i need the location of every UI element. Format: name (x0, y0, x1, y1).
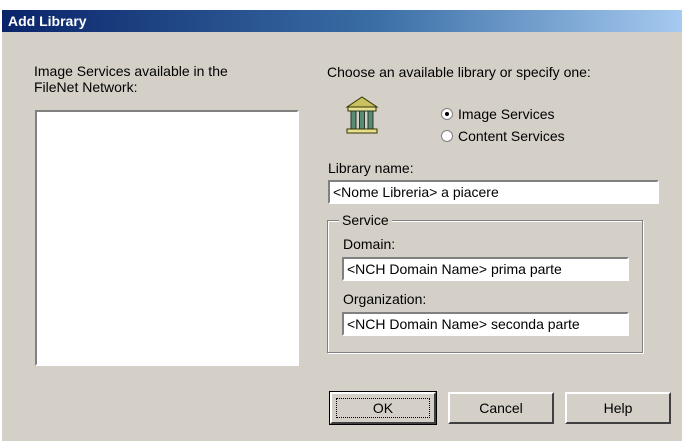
title-bar[interactable]: Add Library (2, 10, 682, 32)
add-library-dialog: Add Library Image Services available in … (2, 10, 682, 441)
cancel-button[interactable]: Cancel (448, 392, 554, 424)
window-title: Add Library (8, 13, 87, 29)
library-building-icon (345, 96, 379, 134)
content-services-radio-label[interactable]: Content Services (458, 128, 565, 144)
service-group-legend: Service (339, 212, 392, 228)
choose-library-label: Choose an available library or specify o… (327, 64, 591, 80)
image-services-list-label: Image Services available in the FileNet … (34, 63, 228, 95)
help-button[interactable]: Help (565, 392, 671, 424)
library-name-input[interactable]: <Nome Libreria> a piacere (328, 180, 659, 204)
cancel-button-label: Cancel (479, 400, 523, 416)
image-services-radio-label[interactable]: Image Services (458, 106, 554, 122)
organization-label: Organization: (343, 291, 427, 307)
image-services-radio[interactable] (441, 108, 453, 120)
image-services-listbox[interactable] (35, 110, 299, 366)
focus-rectangle (336, 398, 430, 418)
help-button-label: Help (603, 400, 633, 416)
ok-button[interactable]: OK (329, 391, 437, 425)
domain-label: Domain: (343, 236, 396, 252)
domain-input[interactable]: <NCH Domain Name> prima parte (342, 257, 629, 281)
library-name-label: Library name: (328, 160, 414, 176)
radio-selected-dot (445, 112, 449, 116)
content-services-radio[interactable] (441, 130, 453, 142)
organization-input[interactable]: <NCH Domain Name> seconda parte (342, 312, 629, 336)
